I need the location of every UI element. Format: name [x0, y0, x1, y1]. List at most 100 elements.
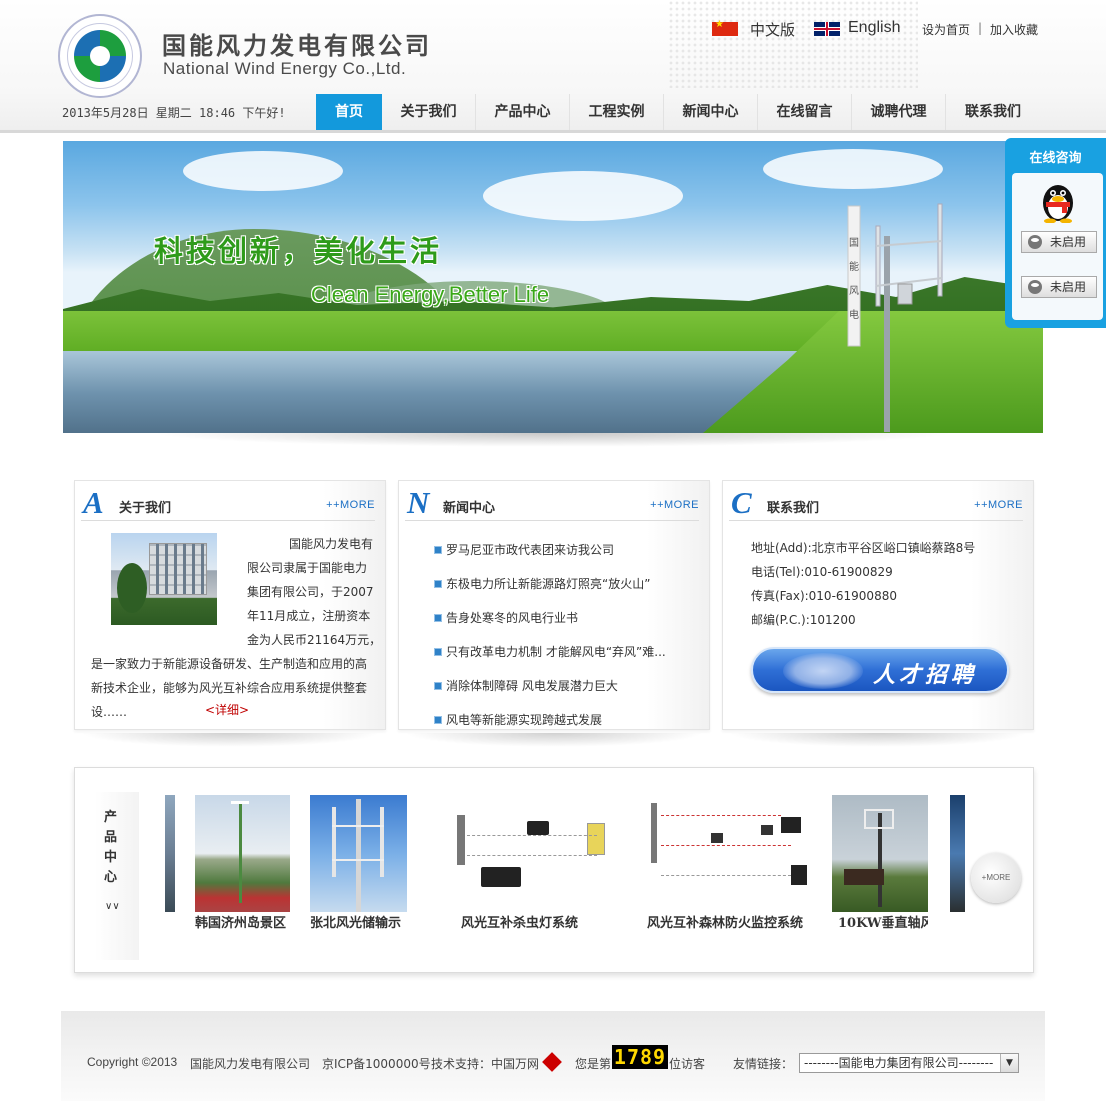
news-more-link[interactable]: ++MORE	[650, 499, 699, 511]
dropdown-arrow-icon[interactable]: ▼	[1000, 1054, 1018, 1072]
news-item[interactable]: 告身处寒冬的风电行业书	[434, 609, 578, 626]
qq-penguin-icon	[1043, 185, 1073, 223]
nav-item-projects[interactable]: 工程实例	[570, 94, 664, 130]
nav-item-about[interactable]: 关于我们	[382, 94, 476, 130]
about-text-line: 新技术企业，能够为风光互补综合应用系统提供整套	[91, 681, 368, 695]
product-carousel: 产 品 中 心 ∨∨ 韩国济州岛景区 张北风光储输示 风光互补杀虫灯系统 风光互…	[74, 767, 1034, 973]
online-consult-panel: 在线咨询 未启用 未启用	[1005, 138, 1106, 328]
product-image-partial[interactable]	[165, 795, 175, 912]
language-english-link[interactable]: English	[848, 19, 900, 37]
visitor-count: 1789	[612, 1045, 668, 1069]
uk-flag-icon[interactable]	[814, 22, 840, 36]
product-side-char: 品	[104, 830, 118, 845]
stats-counter-icon[interactable]	[542, 1052, 562, 1072]
about-box-header: A 关于我们 ++MORE	[81, 485, 375, 521]
nav-item-messages[interactable]: 在线留言	[758, 94, 852, 130]
contact-more-link[interactable]: ++MORE	[974, 499, 1023, 511]
recruitment-button[interactable]: 人才招聘	[751, 647, 1009, 693]
news-item[interactable]: 东极电力所让新能源路灯照亮“放火山”	[434, 575, 650, 592]
person-icon	[1028, 280, 1042, 294]
product-image[interactable]	[641, 795, 811, 912]
wind-turbine-image: 国 能 风 电	[847, 203, 943, 432]
visitor-prefix: 您是第	[575, 1057, 612, 1071]
nav-item-contact[interactable]: 联系我们	[946, 94, 1040, 130]
nav-item-products[interactable]: 产品中心	[476, 94, 570, 130]
svg-text:电: 电	[849, 308, 859, 321]
box-shadow	[80, 733, 380, 747]
friend-links-selected: --------国能电力集团有限公司--------	[804, 1056, 994, 1070]
header-divider	[0, 130, 1106, 133]
icp-number[interactable]: 京ICP备1000000号	[322, 1055, 431, 1072]
current-datetime: 2013年5月28日 星期二 18:46 下午好!	[62, 106, 286, 120]
contact-box-title: 联系我们	[767, 501, 820, 516]
news-item[interactable]: 消除体制障碍 风电发展潜力巨大	[434, 677, 618, 694]
about-more-link[interactable]: ++MORE	[326, 499, 375, 511]
banner-slogan-cn: 科技创新，美化生活	[154, 234, 443, 268]
friend-links-select[interactable]: --------国能电力集团有限公司-------- ▼	[799, 1053, 1019, 1073]
product-label[interactable]: 韩国济州岛景区	[195, 912, 290, 931]
product-image[interactable]	[832, 795, 928, 912]
product-label[interactable]: 10KW垂直轴风	[838, 912, 928, 931]
footer: Copyright ©2013 国能风力发电有限公司 京ICP备1000000号…	[61, 1011, 1045, 1101]
svg-text:风: 风	[849, 285, 859, 297]
product-side-char: 中	[104, 850, 118, 865]
contact-fax: 传真(Fax):010-61900880	[751, 589, 897, 603]
bullet-icon	[434, 613, 442, 622]
nav-item-recruit[interactable]: 诚聘代理	[852, 94, 946, 130]
product-next-button[interactable]: +MORE	[971, 853, 1021, 903]
contact-postcode: 邮编(P.C.):101200	[751, 613, 856, 627]
banner-slogan-en: Clean Energy,Better Life	[311, 282, 550, 307]
news-box-header: N 新闻中心 ++MORE	[405, 485, 699, 521]
tech-support[interactable]: 技术支持：中国万网	[431, 1055, 539, 1072]
box-shadow	[728, 733, 1028, 747]
about-text-line: 设……	[91, 705, 128, 719]
box-shadow	[404, 733, 704, 747]
product-image[interactable]	[447, 795, 627, 912]
news-letter-icon: N	[407, 485, 430, 520]
about-detail-link[interactable]: <详细>	[205, 701, 249, 718]
product-side-char: 心	[104, 870, 118, 885]
consult-button-2[interactable]: 未启用	[1021, 276, 1097, 298]
about-text-line: 是一家致力于新能源设备研发、生产制造和应用的高	[91, 657, 368, 671]
recruitment-label: 人才招聘	[873, 662, 978, 688]
product-image-partial[interactable]	[950, 795, 965, 912]
product-label[interactable]: 风光互补森林防火监控系统	[647, 912, 809, 931]
top-link-separator: |	[978, 21, 983, 35]
footer-company: 国能风力发电有限公司	[190, 1057, 311, 1071]
about-text-line: 年11月成立，注册资本	[247, 609, 371, 623]
double-chevron-down-icon[interactable]: ∨∨	[105, 902, 120, 912]
contact-box: C 联系我们 ++MORE 地址(Add):北京市平谷区峪口镇峪蔡路8号 电话(…	[722, 480, 1034, 730]
nav-item-news[interactable]: 新闻中心	[664, 94, 758, 130]
about-box-title: 关于我们	[119, 501, 172, 516]
product-label[interactable]: 张北风光储输示	[310, 912, 407, 931]
contact-box-header: C 联系我们 ++MORE	[729, 485, 1023, 521]
news-box-title: 新闻中心	[443, 501, 496, 516]
bullet-icon	[434, 545, 442, 554]
set-homepage-link[interactable]: 设为首页	[922, 21, 970, 38]
company-name-en: National Wind Energy Co.,Ltd.	[163, 59, 407, 78]
china-flag-icon[interactable]	[712, 19, 738, 36]
company-building-photo	[111, 533, 217, 625]
copyright-text: Copyright ©2013	[87, 1055, 178, 1069]
about-box: A 关于我们 ++MORE 国能风力发电有 限公司隶属于国能电力 集团有限公司，…	[74, 480, 386, 730]
bullet-icon	[434, 681, 442, 690]
company-name-cn: 国能风力发电有限公司	[162, 32, 432, 60]
product-side-char: 产	[104, 810, 118, 825]
contact-letter-icon: C	[731, 485, 752, 520]
product-image[interactable]	[195, 795, 290, 912]
language-chinese-link[interactable]: 中文版	[750, 19, 795, 40]
contact-phone: 电话(Tel):010-61900829	[751, 565, 893, 579]
about-text-line: 集团有限公司，于2007	[247, 585, 374, 599]
add-favorite-link[interactable]: 加入收藏	[990, 21, 1038, 38]
consult-button-1[interactable]: 未启用	[1021, 231, 1097, 253]
product-image[interactable]	[310, 795, 407, 912]
news-item[interactable]: 风电等新能源实现跨越式发展	[434, 711, 602, 728]
friend-links-label: 友情链接：	[733, 1057, 794, 1071]
product-label[interactable]: 风光互补杀虫灯系统	[461, 912, 611, 931]
svg-text:国: 国	[849, 237, 859, 249]
nav-item-home[interactable]: 首页	[316, 94, 382, 130]
company-logo[interactable]	[58, 14, 142, 98]
news-item[interactable]: 罗马尼亚市政代表团来访我公司	[434, 541, 614, 558]
news-item[interactable]: 只有改革电力机制 才能解风电“弃风”难...	[434, 643, 666, 660]
visitor-suffix: 位访客	[669, 1057, 706, 1071]
